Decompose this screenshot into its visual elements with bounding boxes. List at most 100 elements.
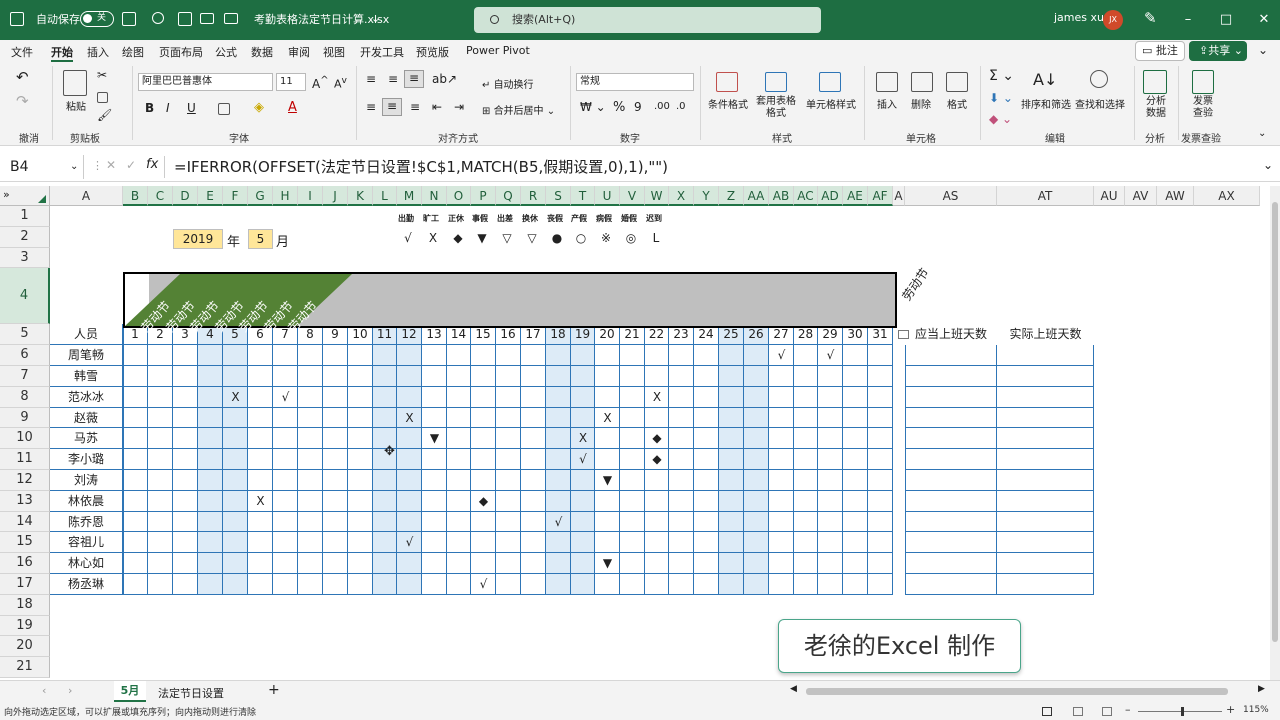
- column-header-t[interactable]: T: [571, 186, 595, 206]
- format-table-label[interactable]: 套用表格格式: [752, 96, 800, 120]
- person-name[interactable]: 陈乔恩: [50, 511, 123, 533]
- page-layout-icon[interactable]: [1073, 707, 1083, 716]
- attendance-cell[interactable]: [794, 470, 818, 491]
- attendance-cell[interactable]: [148, 386, 173, 408]
- name-box[interactable]: B4 ⌄: [6, 155, 84, 179]
- attendance-cell[interactable]: [744, 428, 769, 450]
- attendance-cell[interactable]: [669, 553, 694, 574]
- attendance-cell[interactable]: [397, 574, 422, 595]
- attendance-cell[interactable]: [794, 407, 818, 429]
- font-color-icon[interactable]: A: [288, 100, 297, 115]
- attendance-cell[interactable]: [868, 574, 893, 595]
- attendance-cell[interactable]: [323, 490, 348, 512]
- minimize-icon[interactable]: –: [1178, 10, 1198, 30]
- attendance-cell[interactable]: [669, 449, 694, 470]
- chevron-down-icon[interactable]: ⌄: [1258, 128, 1266, 139]
- attendance-cell[interactable]: [794, 449, 818, 470]
- column-header-ad[interactable]: AD: [818, 186, 843, 206]
- attendance-cell[interactable]: [223, 449, 248, 470]
- fill-icon[interactable]: ⬇ ⌄: [989, 91, 1013, 105]
- column-header-f[interactable]: F: [223, 186, 248, 206]
- attendance-cell[interactable]: [198, 449, 223, 470]
- decrease-decimal-icon[interactable]: .0: [676, 101, 686, 112]
- month-input[interactable]: 5: [248, 229, 273, 249]
- attendance-cell[interactable]: [694, 490, 719, 512]
- attendance-cell[interactable]: [694, 511, 719, 533]
- person-name[interactable]: 刘涛: [50, 470, 123, 491]
- attendance-cell[interactable]: [397, 511, 422, 533]
- attendance-cell[interactable]: [620, 366, 645, 387]
- attendance-cell[interactable]: [447, 407, 471, 429]
- font-size-select[interactable]: 11: [276, 73, 306, 91]
- attendance-cell[interactable]: [248, 511, 273, 533]
- attendance-cell[interactable]: [571, 345, 595, 366]
- attendance-cell[interactable]: [843, 574, 868, 595]
- prev-sheet-icon[interactable]: ‹: [42, 684, 46, 697]
- attendance-cell[interactable]: [373, 532, 397, 554]
- attendance-cell[interactable]: [348, 407, 373, 429]
- attendance-cell[interactable]: [273, 470, 298, 491]
- attendance-cell[interactable]: [323, 386, 348, 408]
- chevron-down-icon[interactable]: ⌄: [70, 155, 78, 179]
- attendance-cell[interactable]: [620, 386, 645, 408]
- attendance-cell[interactable]: [123, 428, 148, 450]
- enter-icon[interactable]: ✓: [126, 158, 136, 172]
- attendance-cell[interactable]: [769, 428, 794, 450]
- column-header-d[interactable]: D: [173, 186, 198, 206]
- attendance-cell[interactable]: [546, 386, 571, 408]
- attendance-cell[interactable]: [273, 511, 298, 533]
- attendance-cell[interactable]: [248, 428, 273, 450]
- row-header-12[interactable]: 12: [0, 470, 50, 491]
- attendance-cell[interactable]: [595, 574, 620, 595]
- attendance-cell[interactable]: [694, 428, 719, 450]
- attendance-cell[interactable]: [521, 553, 546, 574]
- column-header-b[interactable]: B: [123, 186, 148, 206]
- borders-icon[interactable]: [218, 103, 230, 115]
- attendance-cell[interactable]: [694, 574, 719, 595]
- column-header-ab[interactable]: AB: [769, 186, 794, 206]
- attendance-cell[interactable]: [348, 366, 373, 387]
- attendance-cell[interactable]: [248, 366, 273, 387]
- summary-cell[interactable]: [905, 511, 997, 533]
- attendance-cell[interactable]: [447, 428, 471, 450]
- attendance-cell[interactable]: [521, 490, 546, 512]
- insert-function-icon[interactable]: fx: [146, 157, 158, 172]
- tab-holiday-settings[interactable]: 法定节日设置: [158, 685, 224, 701]
- attendance-cell[interactable]: [496, 345, 521, 366]
- column-header-q[interactable]: Q: [496, 186, 521, 206]
- attendance-cell[interactable]: [373, 345, 397, 366]
- column-header-af[interactable]: AF: [868, 186, 893, 206]
- attendance-cell[interactable]: [447, 449, 471, 470]
- analyze-data-label[interactable]: 分析数据: [1144, 96, 1168, 120]
- attendance-cell[interactable]: [546, 366, 571, 387]
- attendance-cell[interactable]: [546, 574, 571, 595]
- attendance-cell[interactable]: [669, 511, 694, 533]
- attendance-cell[interactable]: [496, 386, 521, 408]
- attendance-cell[interactable]: [496, 366, 521, 387]
- column-header-w[interactable]: W: [645, 186, 669, 206]
- attendance-cell[interactable]: [645, 407, 669, 429]
- font-name-select[interactable]: 阿里巴巴普惠体: [138, 73, 273, 91]
- summary-cell[interactable]: [905, 428, 997, 450]
- attendance-cell[interactable]: [447, 553, 471, 574]
- paste-label[interactable]: 粘贴: [66, 98, 86, 113]
- attendance-cell[interactable]: [794, 574, 818, 595]
- attendance-cell[interactable]: [248, 449, 273, 470]
- attendance-cell[interactable]: [123, 386, 148, 408]
- row-header-11[interactable]: 11: [0, 449, 50, 470]
- attendance-cell[interactable]: [348, 511, 373, 533]
- attendance-cell[interactable]: [694, 470, 719, 491]
- attendance-cell[interactable]: [868, 511, 893, 533]
- attendance-cell[interactable]: [123, 449, 148, 470]
- attendance-cell[interactable]: [719, 407, 744, 429]
- attendance-cell[interactable]: [123, 366, 148, 387]
- attendance-cell[interactable]: [744, 553, 769, 574]
- attendance-cell[interactable]: [521, 407, 546, 429]
- attendance-cell[interactable]: [198, 574, 223, 595]
- attendance-cell[interactable]: [123, 553, 148, 574]
- attendance-cell[interactable]: [744, 490, 769, 512]
- attendance-cell[interactable]: [148, 532, 173, 554]
- attendance-cell[interactable]: [496, 574, 521, 595]
- attendance-cell[interactable]: [198, 386, 223, 408]
- attendance-cell[interactable]: [719, 532, 744, 554]
